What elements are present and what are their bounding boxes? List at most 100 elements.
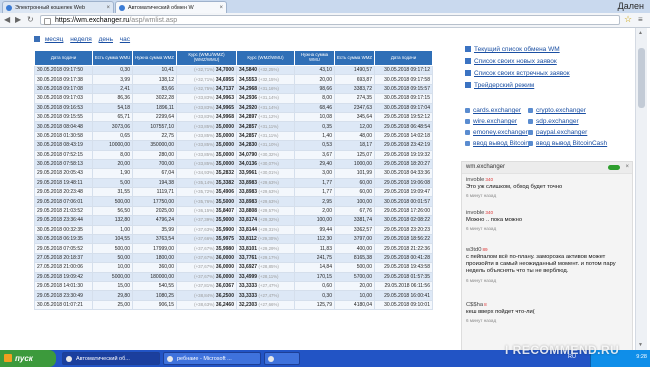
cell-need-wmz: 67,04 xyxy=(132,168,177,179)
period-week-link[interactable]: неделя xyxy=(70,36,92,43)
cell-need-wmu: 20,00 xyxy=(294,74,335,85)
cell-have-wmz: 20,00 xyxy=(334,280,375,292)
page-content: месяц неделя день час Дата подачи Есть с… xyxy=(0,28,650,352)
cell-rate-left: (+35,14%) 35,3382 xyxy=(176,177,237,189)
period-selector: месяц неделя день час xyxy=(34,36,135,43)
cell-have-wmz: 18,17 xyxy=(334,140,375,151)
message-author[interactable]: invoble340 xyxy=(466,210,626,216)
table-row[interactable]: 29.05.2018 21:03:52 56,50 2025,00 (+36,15%)… xyxy=(34,205,433,217)
cell-have-wmu: 104,55 xyxy=(92,234,133,245)
reload-icon[interactable]: ↻ xyxy=(27,15,34,25)
table-row[interactable]: 30.05.2018 09:17:50 0,30 10,41 (+32,71%) 34… xyxy=(34,64,433,76)
cell-have-wmz: 3797,00 xyxy=(334,234,375,245)
cell-rate-left: (+37,67%) 36,0000 xyxy=(176,271,237,283)
profile-name[interactable]: Дален xyxy=(618,1,644,11)
table-row[interactable]: 30.05.2018 09:16:53 54,18 1896,11 (+33,83%)… xyxy=(34,102,433,113)
close-tab-icon[interactable]: × xyxy=(106,2,110,13)
my-counter-orders-link[interactable]: Список своих встречных заявок xyxy=(465,70,570,77)
emoney-exchanger-link[interactable]: emoney.exchanger xyxy=(465,129,528,136)
scroll-up-icon[interactable]: ▲ xyxy=(638,30,643,36)
menu-icon[interactable]: ≡ xyxy=(638,15,643,24)
col-header-date-right[interactable]: Дата подачи xyxy=(374,50,433,66)
cell-need-wmz: 17750,00 xyxy=(132,196,177,207)
table-row[interactable]: 30.05.2018 08:43:19 10000,00 350000,00 (+33… xyxy=(34,140,433,151)
start-button[interactable]: пуск xyxy=(0,350,56,367)
cell-have-wmz: 5700,00 xyxy=(334,271,375,283)
table-row[interactable]: 29.05.2018 07:05:52 500,00 17999,00 (+37,67… xyxy=(34,243,433,254)
cell-have-wmu: 3073,06 xyxy=(92,121,133,132)
message-author[interactable]: w3td089 xyxy=(466,247,626,253)
cell-have-wmz: 400,00 xyxy=(334,243,375,254)
table-row[interactable]: 29.05.2018 07:06:01 500,00 17750,00 (+35,76… xyxy=(34,196,433,207)
table-row[interactable]: 29.05.2018 23:36:44 132,80 4796,24 (+37,39%… xyxy=(34,215,433,226)
table-row[interactable]: 30.05.2018 06:19:35 104,55 3763,54 (+37,66%… xyxy=(34,234,433,245)
col-header-need-wmz[interactable]: Нужна сумма WMZ xyxy=(132,50,177,66)
col-header-need-wmu[interactable]: Нужна сумма WMU xyxy=(294,50,335,66)
bitcoin-link[interactable]: ввод вывод Bitcoin xyxy=(465,140,529,147)
table-row[interactable]: 27.05.2018 21:00:06 10,00 360,00 (+37,67%) … xyxy=(34,262,433,273)
table-row[interactable]: 27.05.2018 20:18:37 50,00 1800,00 (+37,67%)… xyxy=(34,252,433,264)
back-icon[interactable]: ◀ xyxy=(4,15,10,25)
address-bar[interactable]: https://wm.exchanger.ru/asp/wmlist.asp xyxy=(40,15,620,25)
table-row[interactable]: 30.05.2018 01:07:21 25,00 906,15 (+38,63%) … xyxy=(34,299,433,311)
taskbar-extra-button[interactable] xyxy=(264,352,300,365)
message-author[interactable]: C$$ha8 xyxy=(466,302,626,308)
period-day-link[interactable]: день xyxy=(99,36,113,43)
cell-have-wmu: 3,99 xyxy=(92,74,133,85)
table-row[interactable]: 30.05.2018 09:17:38 3,99 138,12 (+32,71%) 3… xyxy=(34,74,433,85)
my-new-orders-link[interactable]: Список своих новых заявок xyxy=(465,58,557,65)
current-list-link[interactable]: Текущий список обмена WM xyxy=(465,46,560,53)
cell-rate-left: (+36,15%) 35,8407 xyxy=(176,205,237,217)
period-month-link[interactable]: месяц xyxy=(45,36,64,43)
chat-close-icon[interactable]: × xyxy=(625,162,629,173)
table-row[interactable]: 30.05.2018 09:15:55 65,71 2299,64 (+33,83%)… xyxy=(34,111,433,123)
cell-have-wmz: 3381,74 xyxy=(334,215,375,226)
period-hour-link[interactable]: час xyxy=(120,36,130,43)
col-header-date-left[interactable]: Дата подачи xyxy=(34,50,93,66)
tab-wallet[interactable]: Электронный кошелек Web × xyxy=(2,1,114,13)
paypal-exchanger-link[interactable]: paypal.exchanger xyxy=(528,129,587,136)
tab-exchanger[interactable]: Автоматический обмен W × xyxy=(115,1,227,13)
page-scrollbar[interactable]: ▲ ▼ xyxy=(635,28,647,350)
wire-exchanger-link[interactable]: wire.exchanger xyxy=(465,118,517,125)
message-time: 6 минут назад xyxy=(466,193,497,199)
col-header-have-wmz[interactable]: Есть сумма WMZ xyxy=(334,50,375,66)
close-tab-icon[interactable]: × xyxy=(219,2,223,13)
trader-mode-link[interactable]: Трейдерский режим xyxy=(465,82,534,89)
chat-toggle[interactable] xyxy=(608,165,620,170)
cell-have-wmu: 10000,00 xyxy=(92,140,133,151)
cell-date-right: 30.05.2018 09:17:58 xyxy=(374,74,433,85)
table-row[interactable]: 29.05.2018 20:05:43 1,90 67,04 (+34,93%) 35… xyxy=(34,168,433,179)
cell-need-wmu: 14,84 xyxy=(294,262,335,273)
message-author[interactable]: invoble340 xyxy=(466,177,626,183)
sdp-exchanger-link[interactable]: sdp.exchanger xyxy=(528,118,579,125)
cards-exchanger-link[interactable]: cards.exchanger xyxy=(465,107,521,114)
table-row[interactable]: 29.05.2018 19:09:42 5000,00 180000,00 (+37,… xyxy=(34,271,433,283)
table-row[interactable]: 30.05.2018 09:17:08 2,41 83,66 (+32,75%) 34… xyxy=(34,83,433,95)
table-row[interactable]: 30.05.2018 09:17:03 86,36 3022,28 (+33,83%)… xyxy=(34,93,433,104)
table-row[interactable]: 29.05.2018 23:30:49 29,80 1080,25 (+38,84%)… xyxy=(34,290,433,301)
taskbar-word-button[interactable]: ребнаие - Microsoft ... xyxy=(163,352,261,365)
forward-icon[interactable]: ▶ xyxy=(15,15,21,25)
cell-rate-left: (+33,85%) 35,0000 xyxy=(176,130,237,142)
col-header-have-wmu[interactable]: Есть сумма WMU xyxy=(92,50,133,66)
cell-need-wmz: 1080,25 xyxy=(132,290,177,301)
table-row[interactable]: 29.05.2018 20:23:48 31,55 1119,71 (+35,72%)… xyxy=(34,187,433,198)
bookmark-star-icon[interactable]: ☆ xyxy=(624,14,632,25)
table-row[interactable]: 29.05.2018 19:48:11 5,00 194,38 (+35,14%) 3… xyxy=(34,177,433,189)
link-icon xyxy=(465,129,470,135)
scroll-down-icon[interactable]: ▼ xyxy=(638,342,643,348)
scrollbar-thumb[interactable] xyxy=(638,48,645,108)
col-header-rate-left[interactable]: Курс (WMU/WMZ) (WMZ/WMU) xyxy=(176,50,237,66)
table-row[interactable]: 30.05.2018 00:32:35 1,00 35,99 (+37,63%) 35… xyxy=(34,224,433,236)
table-row[interactable]: 30.05.2018 07:52:15 8,00 280,00 (+33,85%) 3… xyxy=(34,149,433,160)
taskbar-chrome-button[interactable]: Автоматический об... xyxy=(62,352,160,365)
table-row[interactable]: 29.05.2018 14:01:30 15,00 540,55 (+37,81%) … xyxy=(34,280,433,292)
table-row[interactable]: 30.05.2018 07:58:13 20,00 700,00 (+33,85%) … xyxy=(34,158,433,170)
table-row[interactable]: 30.05.2018 08:04:48 3073,06 107557,10 (+33,… xyxy=(34,121,433,132)
cell-date-right: 30.05.2018 09:17:15 xyxy=(374,93,433,104)
col-header-rate-right[interactable]: Курс (WMZ/WMU) xyxy=(236,50,295,66)
crypto-exchanger-link[interactable]: crypto.exchanger xyxy=(528,107,586,114)
table-row[interactable]: 30.05.2018 01:30:58 0,65 22,75 (+33,85%) 35… xyxy=(34,130,433,142)
bitcoincash-link[interactable]: ввод вывод BitcoinCash xyxy=(528,140,607,147)
